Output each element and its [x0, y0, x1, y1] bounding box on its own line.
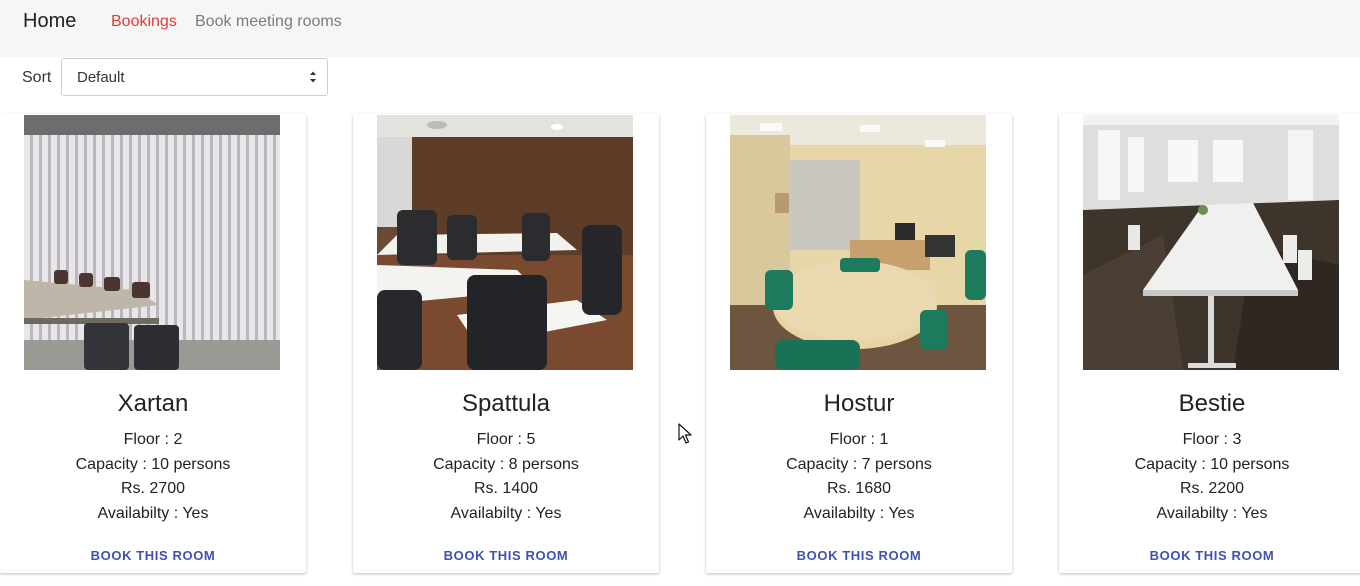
book-room-button[interactable]: BOOK THIS ROOM [1059, 548, 1360, 563]
room-name: Xartan [117, 390, 189, 417]
room-availability: Availabilty : Yes [803, 505, 915, 522]
room-image [730, 115, 986, 370]
room-name: Bestie [1178, 390, 1246, 417]
room-availability: Availabilty : Yes [97, 505, 209, 522]
room-price: Rs. 1680 [826, 480, 892, 497]
room-capacity: Capacity : 7 persons [786, 456, 932, 473]
room-card-spattula: Spattula Floor : 5 Capacity : 8 persons … [353, 114, 659, 573]
mouse-cursor-icon [678, 423, 692, 444]
room-availability: Availabilty : Yes [450, 505, 562, 522]
room-card-bestie: Bestie Floor : 3 Capacity : 10 persons R… [1059, 114, 1360, 573]
room-price: Rs. 2200 [1179, 480, 1245, 497]
room-price: Rs. 1400 [473, 480, 539, 497]
room-image [377, 115, 633, 370]
room-floor: Floor : 3 [1182, 431, 1242, 448]
sort-label: Sort [22, 69, 52, 86]
room-card-xartan: Xartan Floor : 2 Capacity : 10 persons R… [0, 114, 306, 573]
room-capacity: Capacity : 8 persons [433, 456, 579, 473]
room-image [24, 115, 280, 370]
nav-bookings-link[interactable]: Bookings [111, 13, 177, 31]
room-floor: Floor : 1 [829, 431, 889, 448]
nav-home-link[interactable]: Home [23, 10, 76, 33]
sort-selected-value: Default [77, 69, 125, 86]
room-price: Rs. 2700 [120, 480, 186, 497]
room-image [1083, 115, 1339, 370]
room-name: Hostur [823, 390, 895, 417]
book-room-button[interactable]: BOOK THIS ROOM [353, 548, 659, 563]
room-availability: Availabilty : Yes [1156, 505, 1268, 522]
book-room-button[interactable]: BOOK THIS ROOM [706, 548, 1012, 563]
room-floor: Floor : 2 [123, 431, 183, 448]
room-capacity: Capacity : 10 persons [75, 456, 231, 473]
nav-book-rooms-link[interactable]: Book meeting rooms [195, 13, 342, 31]
room-capacity: Capacity : 10 persons [1134, 456, 1290, 473]
room-card-hostur: Hostur Floor : 1 Capacity : 7 persons Rs… [706, 114, 1012, 573]
book-room-button[interactable]: BOOK THIS ROOM [0, 548, 306, 563]
select-arrows-icon [310, 71, 316, 83]
room-floor: Floor : 5 [476, 431, 536, 448]
top-navbar: Home Bookings Book meeting rooms [0, 0, 1360, 57]
sort-select[interactable]: Default [61, 58, 328, 96]
room-name: Spattula [461, 390, 551, 417]
